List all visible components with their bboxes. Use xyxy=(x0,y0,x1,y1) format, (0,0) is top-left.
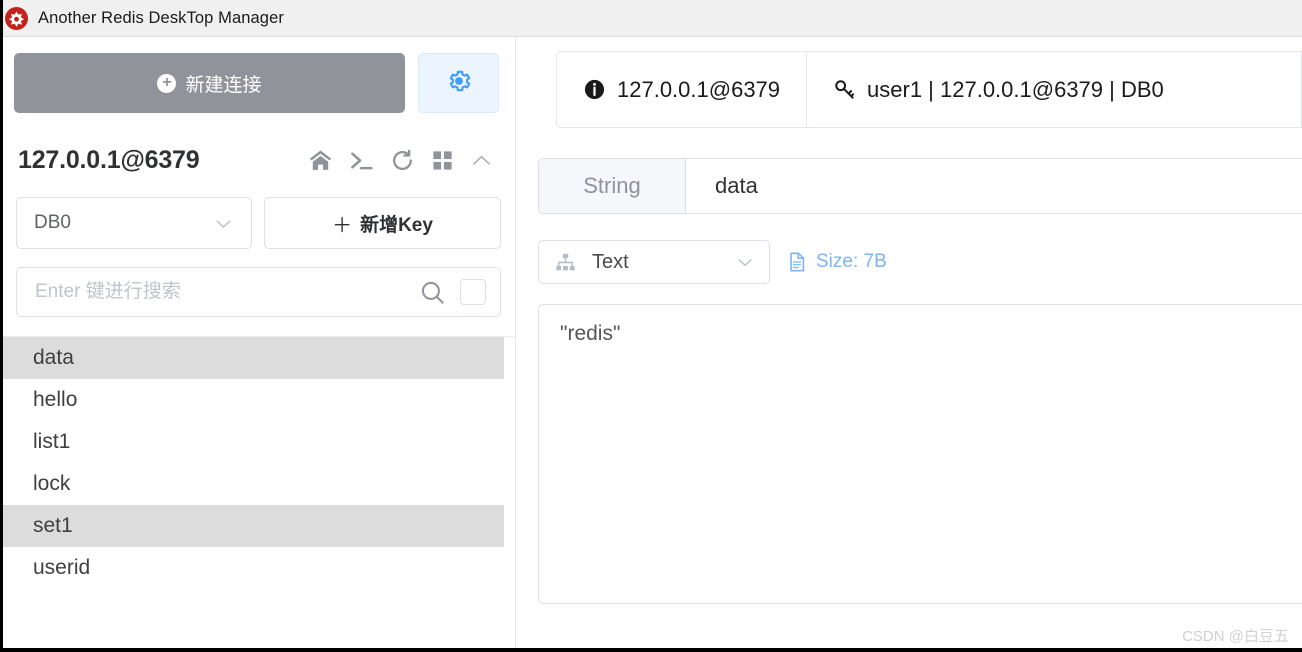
home-icon[interactable] xyxy=(308,148,333,173)
redis-logo-icon xyxy=(5,6,28,30)
size-info[interactable]: Size: 7B xyxy=(786,251,887,273)
size-label: Size: 7B xyxy=(816,251,887,272)
info-icon xyxy=(583,78,606,101)
search-icon[interactable] xyxy=(419,279,446,306)
connection-actions-row: + 新建连接 xyxy=(0,37,515,113)
format-value: Text xyxy=(592,250,629,273)
list-item[interactable]: userid xyxy=(0,547,504,589)
tab-2[interactable]: user1 | 127.0.0.1@6379 | DB0 xyxy=(806,52,1190,127)
list-item[interactable]: hello xyxy=(0,379,504,421)
list-item[interactable]: set1 xyxy=(0,505,504,547)
key-name-field[interactable]: data xyxy=(686,159,1302,213)
refresh-icon[interactable] xyxy=(390,148,415,173)
settings-button[interactable] xyxy=(418,53,499,113)
sidebar: + 新建连接 127.0.0.1@6379 DB0 ＋ 新增Key Enter … xyxy=(0,37,516,652)
search-box xyxy=(16,267,501,317)
key-name-label: userid xyxy=(33,556,91,579)
sitemap-icon xyxy=(555,252,576,273)
gear-icon xyxy=(446,68,472,99)
connection-name: 127.0.0.1@6379 xyxy=(18,146,200,174)
tab-1[interactable]: 127.0.0.1@6379 xyxy=(557,52,806,127)
search-checkbox[interactable] xyxy=(460,279,486,305)
key-name-label: hello xyxy=(33,388,78,411)
body-container: + 新建连接 127.0.0.1@6379 DB0 ＋ 新增Key Enter … xyxy=(0,37,1302,652)
title-bar: Another Redis DeskTop Manager xyxy=(0,0,1302,37)
document-icon xyxy=(786,251,808,273)
watermark: CSDN @白豆五 xyxy=(1182,628,1289,645)
key-name-label: data xyxy=(33,346,74,369)
key-name-label: list1 xyxy=(33,430,71,453)
key-name-label: set1 xyxy=(33,514,73,537)
connection-toolbar xyxy=(308,148,493,173)
window-left-edge xyxy=(0,0,3,652)
key-name-label: lock xyxy=(33,472,71,495)
add-key-button[interactable]: ＋ 新增Key xyxy=(264,197,501,249)
tab-label: 127.0.0.1@6379 xyxy=(617,76,781,102)
format-row: Text Size: 7B xyxy=(538,240,1302,284)
terminal-icon[interactable] xyxy=(349,148,374,173)
db-select[interactable]: DB0 xyxy=(16,197,252,249)
db-row: DB0 ＋ 新增Key xyxy=(0,175,515,249)
chevron-up-icon[interactable] xyxy=(470,149,493,172)
db-select-value: DB0 xyxy=(34,212,71,233)
add-key-label: 新增Key xyxy=(360,214,433,236)
window-bottom-edge xyxy=(0,648,1302,652)
key-header: String data xyxy=(538,158,1302,214)
chevron-down-icon xyxy=(735,252,755,272)
new-connection-button[interactable]: + 新建连接 xyxy=(14,53,405,113)
tab-strip: 127.0.0.1@6379 user1 | 127.0.0.1@6379 | D… xyxy=(556,51,1302,128)
key-list: data hello list1 lock set1 userid xyxy=(0,336,515,589)
connection-header: 127.0.0.1@6379 xyxy=(0,113,515,175)
app-title: Another Redis DeskTop Manager xyxy=(38,8,284,27)
chevron-down-icon xyxy=(213,213,234,234)
value-textarea[interactable]: "redis" xyxy=(538,304,1302,604)
format-select[interactable]: Text xyxy=(538,240,770,284)
main-panel: 127.0.0.1@6379 user1 | 127.0.0.1@6379 | D… xyxy=(516,37,1302,652)
plus-circle-icon: + xyxy=(157,73,177,93)
new-connection-label: 新建连接 xyxy=(185,74,262,96)
tab-label: user1 | 127.0.0.1@6379 | DB0 xyxy=(867,76,1164,102)
list-item[interactable]: data xyxy=(0,337,504,379)
key-type-label: String xyxy=(539,159,686,213)
plus-icon: ＋ xyxy=(332,214,353,237)
search-input[interactable] xyxy=(35,281,419,303)
grid-icon[interactable] xyxy=(431,149,454,172)
list-item[interactable]: list1 xyxy=(0,421,504,463)
list-item[interactable]: lock xyxy=(0,463,504,505)
key-icon xyxy=(833,78,856,101)
